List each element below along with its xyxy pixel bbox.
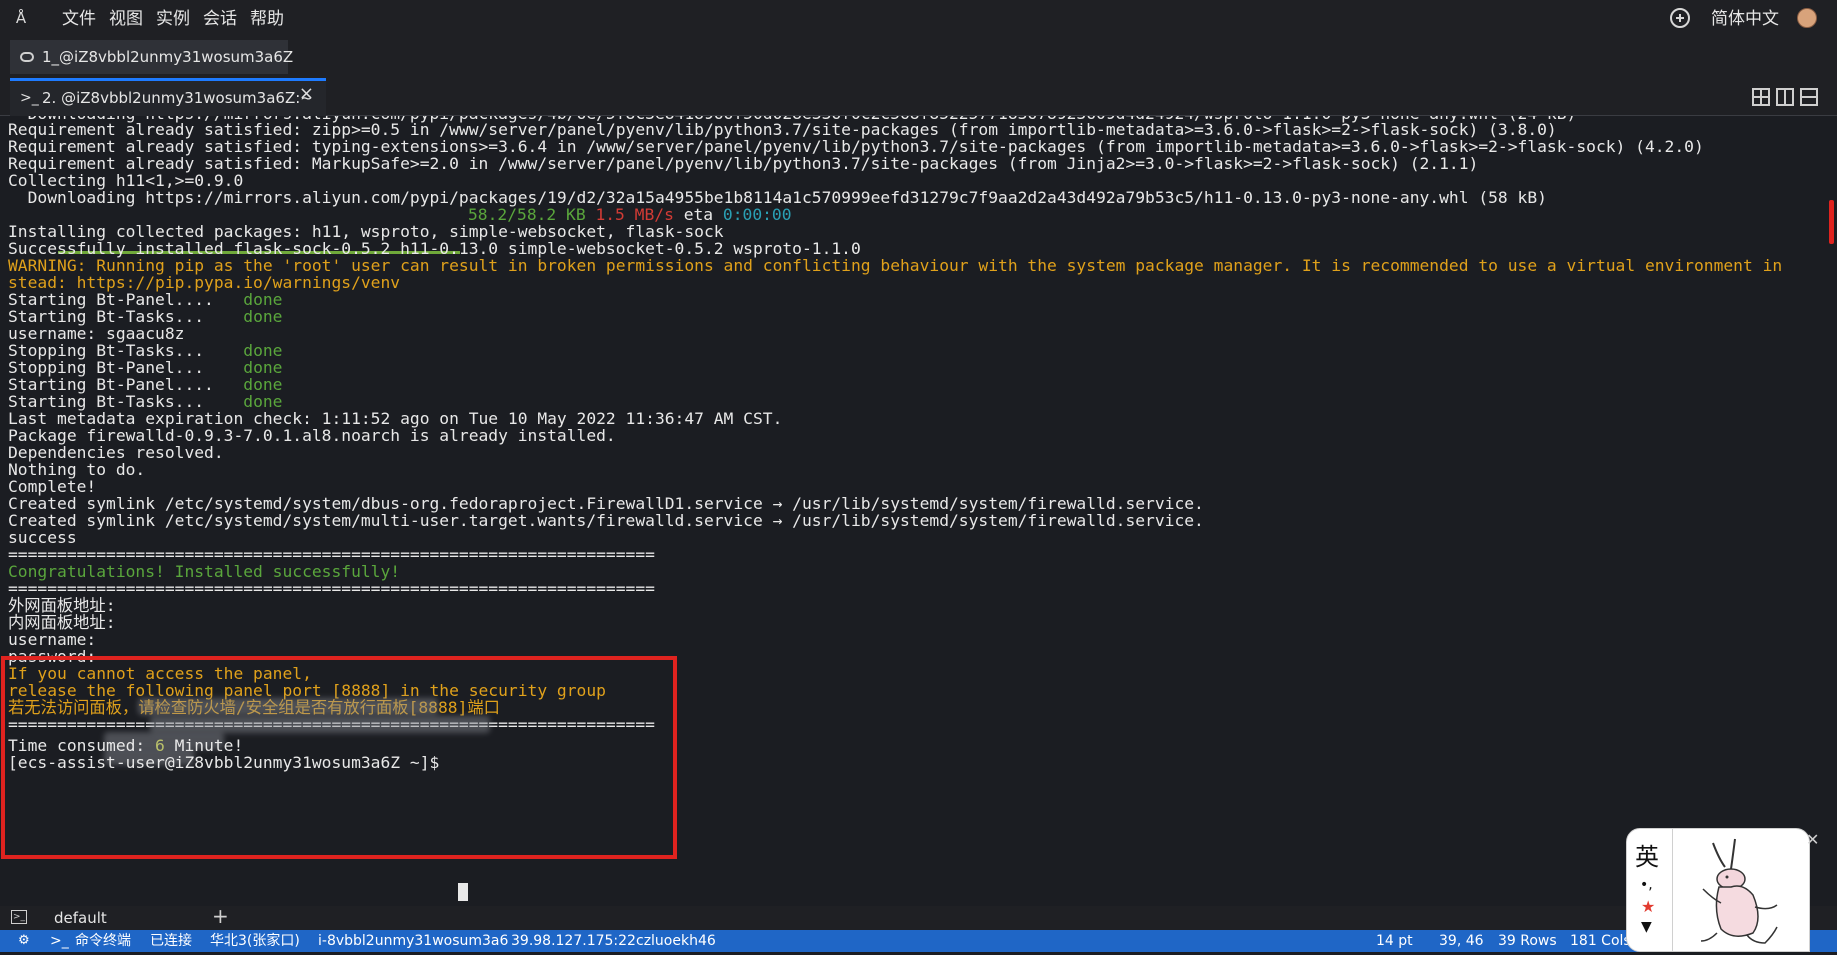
status-rows: 39 Rows	[1498, 933, 1557, 949]
menu-bar: Å 文件 视图 实例 会话 帮助 简体中文	[0, 0, 1837, 36]
linux-logo-icon: Å	[15, 9, 27, 27]
close-icon[interactable]: ×	[299, 77, 314, 111]
terminal-tab[interactable]: >_ 2. @iZ8vbbl2unmy31wosum3a6Z:~ ×	[10, 78, 326, 116]
menu-session[interactable]: 会话	[203, 0, 237, 36]
status-terminal-label: 命令终端	[75, 933, 131, 949]
add-circle-icon[interactable]	[1670, 8, 1690, 28]
terminal-prompt-icon: >_	[20, 90, 39, 106]
progress-eta: 0:00:00	[722, 205, 792, 224]
status-ip: 39.98.127.175:22	[511, 933, 636, 949]
terminal-cursor	[458, 883, 468, 901]
status-cursor-pos: 39, 46	[1439, 933, 1484, 949]
ime-toolbar[interactable]: 英 •, ★ ▼	[1626, 828, 1676, 952]
link-icon	[20, 52, 34, 62]
avatar-icon[interactable]	[1797, 8, 1817, 28]
status-bar: ⚙ >_ 命令终端 已连接 华北3(张家口) i-8vbbl2unmy31wos…	[0, 930, 1837, 952]
rabbit-mascot-icon	[1700, 838, 1778, 944]
split-horizontal-icon[interactable]	[1800, 88, 1818, 106]
status-region: 华北3(张家口)	[210, 933, 300, 949]
split-grid-icon[interactable]	[1752, 88, 1770, 106]
terminal-line: Created symlink /etc/systemd/system/mult…	[8, 511, 1204, 530]
terminal-prompt-icon: >_	[50, 933, 69, 949]
add-tab-icon[interactable]: +	[212, 904, 229, 928]
status-connection: 已连接	[150, 933, 192, 949]
ime-punctuation-icon[interactable]: •,	[1640, 877, 1653, 893]
tab-default[interactable]: default	[54, 906, 107, 930]
terminal-tab-label: 2. @iZ8vbbl2unmy31wosum3a6Z:~	[42, 89, 313, 107]
language-selector[interactable]: 简体中文	[1711, 0, 1779, 36]
ime-language-icon[interactable]: 英	[1635, 837, 1659, 872]
session-bar: 1_@iZ8vbbl2unmy31wosum3a6Z	[0, 36, 1837, 78]
bottom-tab-bar: >_ default +	[0, 904, 1837, 930]
terminal-tab-bar: >_ 2. @iZ8vbbl2unmy31wosum3a6Z:~ ×	[0, 78, 1837, 116]
status-font-size: 14 pt	[1376, 933, 1413, 949]
debug-icon[interactable]: ⚙	[18, 930, 30, 952]
menu-file[interactable]: 文件	[62, 0, 96, 36]
terminal-icon: >_	[11, 910, 27, 924]
split-vertical-icon[interactable]	[1776, 88, 1794, 106]
status-user: czluoekh46	[636, 933, 716, 949]
menu-help[interactable]: 帮助	[250, 0, 284, 36]
ime-skin-icon[interactable]: ▼	[1641, 919, 1652, 935]
scrollbar-thumb[interactable]	[1829, 200, 1834, 244]
close-icon[interactable]: ✕	[1806, 830, 1819, 849]
session-tab[interactable]: 1_@iZ8vbbl2unmy31wosum3a6Z	[10, 40, 293, 74]
status-cols: 181 Cols	[1570, 933, 1631, 949]
menu-instance[interactable]: 实例	[156, 0, 190, 36]
status-instance: i-8vbbl2unmy31wosum3a6	[318, 933, 509, 949]
ime-mascot-image	[1672, 828, 1810, 952]
menu-view[interactable]: 视图	[109, 0, 143, 36]
highlight-box	[1, 656, 677, 859]
ime-star-icon[interactable]: ★	[1641, 897, 1655, 916]
session-tab-label: 1_@iZ8vbbl2unmy31wosum3a6Z	[42, 48, 294, 66]
